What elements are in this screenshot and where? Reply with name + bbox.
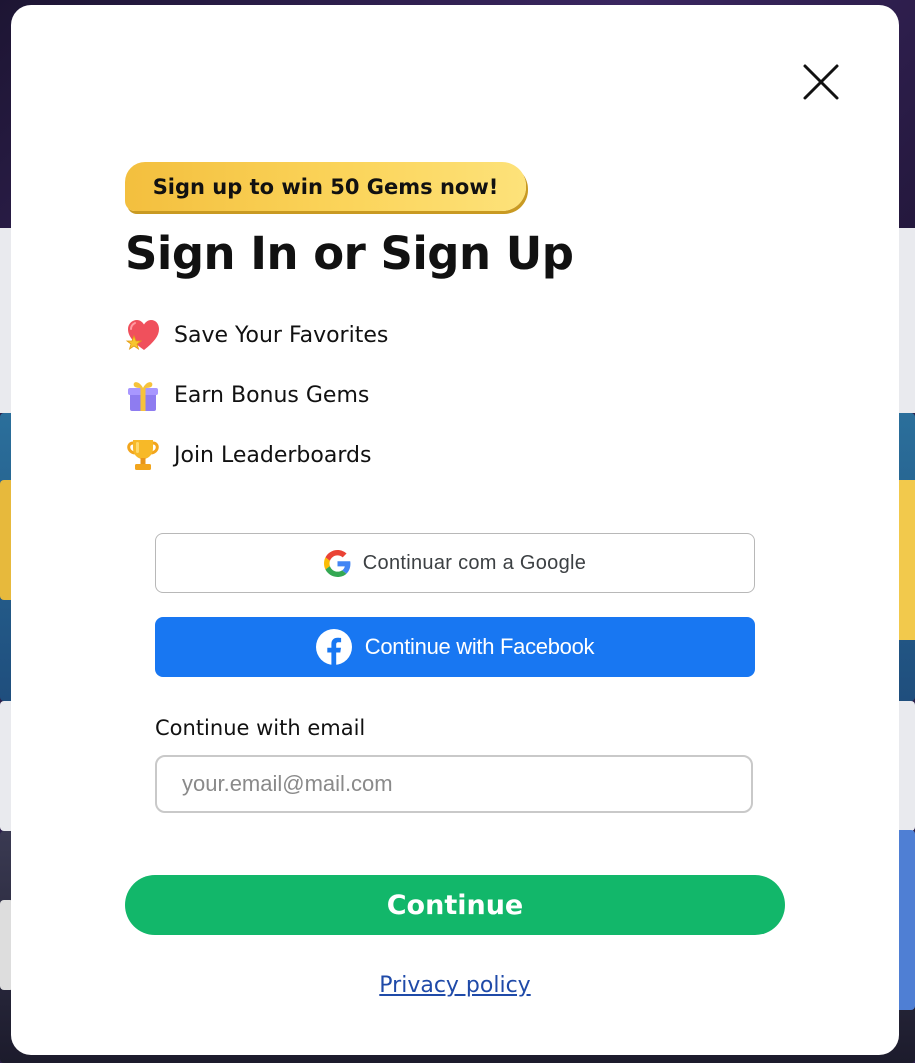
- continue-with-facebook-button[interactable]: Continue with Facebook: [155, 617, 755, 677]
- benefit-label: Earn Bonus Gems: [174, 382, 370, 408]
- close-icon: [803, 64, 839, 100]
- facebook-button-label: Continue with Facebook: [364, 634, 595, 659]
- page-title: Sign In or Sign Up: [125, 227, 574, 280]
- benefit-item-leaderboards: Join Leaderboards: [125, 435, 371, 475]
- continue-with-google-button[interactable]: Continuar com a Google: [155, 533, 755, 593]
- sign-in-modal: Sign up to win 50 Gems now! Sign In or S…: [11, 5, 899, 1055]
- promo-badge: Sign up to win 50 Gems now!: [125, 162, 526, 211]
- close-button[interactable]: [801, 62, 841, 102]
- gift-icon: [128, 382, 158, 411]
- benefit-label: Save Your Favorites: [174, 322, 389, 348]
- facebook-icon: [315, 629, 352, 665]
- privacy-policy-link[interactable]: Privacy policy: [11, 973, 899, 998]
- heart-star-icon: [125, 320, 159, 350]
- google-button-label: Continuar com a Google: [362, 551, 587, 574]
- google-icon: [323, 549, 351, 577]
- continue-button[interactable]: Continue: [125, 875, 785, 935]
- trophy-icon: [127, 440, 159, 470]
- email-label: Continue with email: [155, 716, 366, 740]
- benefit-item-gems: Earn Bonus Gems: [125, 375, 369, 415]
- email-field[interactable]: [155, 755, 753, 813]
- benefit-label: Join Leaderboards: [174, 442, 372, 468]
- benefit-item-favorites: Save Your Favorites: [125, 315, 388, 355]
